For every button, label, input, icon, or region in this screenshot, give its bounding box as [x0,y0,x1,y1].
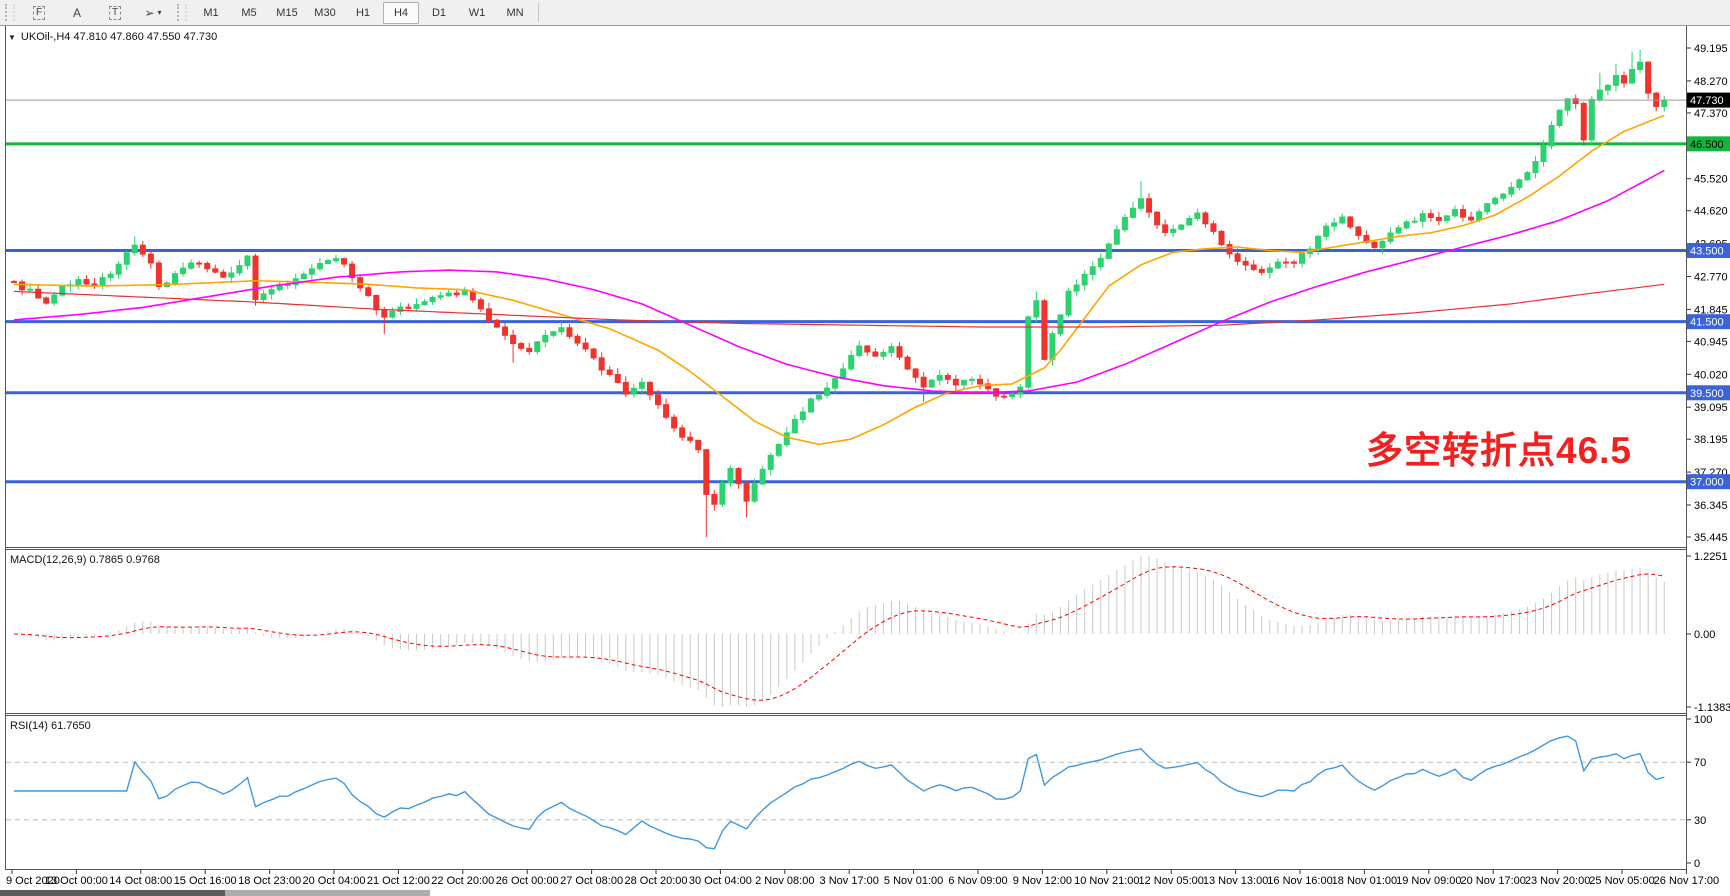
time-label: 26 Nov 17:00 [1654,875,1719,887]
timeframe-d1-button[interactable]: D1 [421,2,457,24]
symbol-ohlc-label[interactable]: ▼ UKOil-,H4 47.810 47.860 47.550 47.730 [8,31,217,43]
time-label: 5 Nov 01:00 [884,875,943,887]
svg-text:35.445: 35.445 [1694,532,1728,544]
svg-text:44.620: 44.620 [1694,206,1728,218]
svg-text:47.730: 47.730 [1690,95,1724,107]
svg-text:49.195: 49.195 [1694,43,1728,55]
time-label: 18 Oct 23:00 [238,875,301,887]
svg-text:41.500: 41.500 [1690,317,1724,329]
svg-text:-1.1383: -1.1383 [1694,702,1730,714]
time-label: 13 Oct 00:00 [45,875,108,887]
svg-text:45.520: 45.520 [1694,174,1728,186]
time-label: 10 Nov 21:00 [1074,875,1139,887]
ma-fast-line [14,115,1664,444]
svg-text:46.500: 46.500 [1690,139,1724,151]
svg-text:40.020: 40.020 [1694,369,1728,381]
text-label-button[interactable]: A [59,2,95,24]
time-label: 14 Oct 08:00 [109,875,172,887]
macd-panel: 1.2251 0.00 -1.1383 [14,551,1730,714]
text-box-icon: T [109,6,121,20]
svg-text:0.00: 0.00 [1694,629,1715,641]
rsi-panel: 100 70 30 0 [6,714,1712,870]
drawing-tools-group: FAT➢▾ [20,2,172,24]
trading-platform-window: FAT➢▾ M1M5M15M30H1H4D1W1MN 49.19548.2704… [0,0,1730,896]
time-label: 3 Nov 17:00 [820,875,879,887]
time-label: 21 Oct 12:00 [367,875,430,887]
svg-text:43.500: 43.500 [1690,246,1724,258]
svg-text:39.500: 39.500 [1690,388,1724,400]
time-label: 9 Nov 12:00 [1013,875,1072,887]
svg-text:39.095: 39.095 [1694,402,1728,414]
time-label: 23 Nov 20:00 [1525,875,1590,887]
rsi-indicator-label: RSI(14) 61.7650 [10,720,91,732]
text-box-button[interactable]: T [97,2,133,24]
text-label-icon: A [73,6,81,20]
svg-text:36.345: 36.345 [1694,500,1728,512]
symbol-ohlc-text: UKOil-,H4 47.810 47.860 47.550 47.730 [21,31,217,43]
toolbar-grip[interactable] [5,4,15,21]
time-label: 20 Nov 17:00 [1460,875,1525,887]
time-label: 27 Oct 08:00 [560,875,623,887]
chart-shift-button[interactable]: F [21,2,57,24]
moving-average-lines [14,115,1664,444]
timeframe-m1-button[interactable]: M1 [193,2,229,24]
timeframe-w1-button[interactable]: W1 [459,2,495,24]
timeframe-m30-button[interactable]: M30 [307,2,343,24]
macd-signal-line [14,567,1664,700]
svg-text:37.000: 37.000 [1690,477,1724,489]
rsi-line [14,736,1664,849]
svg-text:0: 0 [1694,858,1700,870]
timeframe-m5-button[interactable]: M5 [231,2,267,24]
arrow-tools-icon: ➢ [144,6,154,20]
timeframe-mn-button[interactable]: MN [497,2,533,24]
svg-text:40.945: 40.945 [1694,336,1728,348]
time-label: 18 Nov 01:00 [1332,875,1397,887]
time-label: 16 Nov 16:00 [1267,875,1332,887]
chevron-down-icon[interactable]: ▾ [158,8,162,17]
timeframes-group: M1M5M15M30H1H4D1W1MN [192,2,534,24]
toolbar-grip[interactable] [177,4,187,21]
timeframe-h1-button[interactable]: H1 [345,2,381,24]
time-label: 19 Nov 09:00 [1396,875,1461,887]
arrow-tools-button[interactable]: ➢▾ [135,2,171,24]
time-label: 15 Oct 16:00 [174,875,237,887]
chart-annotation-text[interactable]: 多空转折点46.5 [1366,420,1632,474]
time-label: 25 Nov 05:00 [1589,875,1654,887]
symbol-dropdown-icon[interactable]: ▼ [8,33,16,42]
svg-text:47.370: 47.370 [1694,108,1728,120]
time-label: 26 Oct 00:00 [496,875,559,887]
svg-text:100: 100 [1694,714,1712,726]
time-label: 30 Oct 04:00 [689,875,752,887]
svg-text:30: 30 [1694,815,1706,827]
time-label: 13 Nov 13:00 [1203,875,1268,887]
toolbar: FAT➢▾ M1M5M15M30H1H4D1W1MN [0,0,1730,26]
svg-text:48.270: 48.270 [1694,76,1728,88]
timeframe-h4-button[interactable]: H4 [383,2,419,24]
svg-text:38.195: 38.195 [1694,434,1728,446]
time-label: 22 Oct 20:00 [431,875,494,887]
timeframe-m15-button[interactable]: M15 [269,2,305,24]
svg-text:1.2251: 1.2251 [1694,551,1728,563]
time-label: 12 Nov 05:00 [1138,875,1203,887]
time-label: 2 Nov 08:00 [755,875,814,887]
chart-plot-area[interactable] [6,26,1686,27]
chart-shift-icon: F [33,6,45,20]
toolbar-separator [538,3,539,22]
time-label: 20 Oct 04:00 [303,875,366,887]
svg-text:42.770: 42.770 [1694,271,1728,283]
svg-text:70: 70 [1694,757,1706,769]
time-label: 28 Oct 20:00 [625,875,688,887]
time-axis: 9 Oct 202013 Oct 00:0014 Oct 08:0015 Oct… [6,870,1719,887]
time-label: 6 Nov 09:00 [948,875,1007,887]
macd-indicator-label: MACD(12,26,9) 0.7865 0.9768 [10,554,160,566]
